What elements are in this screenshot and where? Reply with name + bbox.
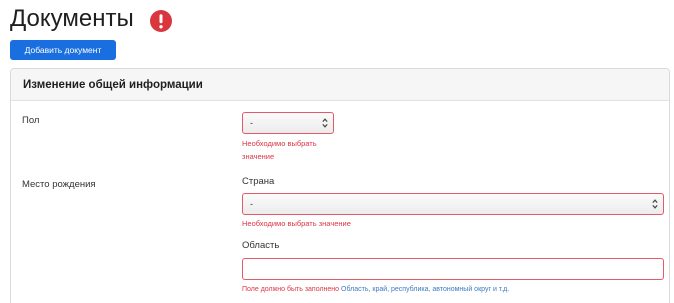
add-document-button[interactable]: Добавить документ <box>10 40 116 60</box>
country-label: Страна <box>242 176 275 187</box>
country-error: Необходимо выбрать значение <box>242 219 351 228</box>
region-error: Поле должно быть заполнено <box>242 286 340 293</box>
gender-label: Пол <box>22 115 40 126</box>
region-error-line: Поле должно быть заполнено Область, край… <box>242 284 509 296</box>
country-select-wrapper: - <box>242 193 664 215</box>
page-title: Документы <box>10 5 134 32</box>
region-input[interactable] <box>242 258 664 280</box>
region-hint: Область, край, республика, автономный ок… <box>341 286 510 293</box>
region-label: Область <box>242 240 280 251</box>
exclamation-circle-icon <box>150 10 172 32</box>
gender-select[interactable]: - <box>242 112 334 134</box>
gender-select-wrapper: - <box>242 112 334 134</box>
birthplace-label: Место рождения <box>22 179 96 190</box>
card-header: Изменение общей информации <box>11 69 669 101</box>
country-select[interactable]: - <box>242 193 664 215</box>
gender-error: Необходимо выбрать значение <box>242 139 317 161</box>
general-info-card: Изменение общей информации Пол - Необход… <box>10 68 670 303</box>
card-title: Изменение общей информации <box>23 79 203 91</box>
